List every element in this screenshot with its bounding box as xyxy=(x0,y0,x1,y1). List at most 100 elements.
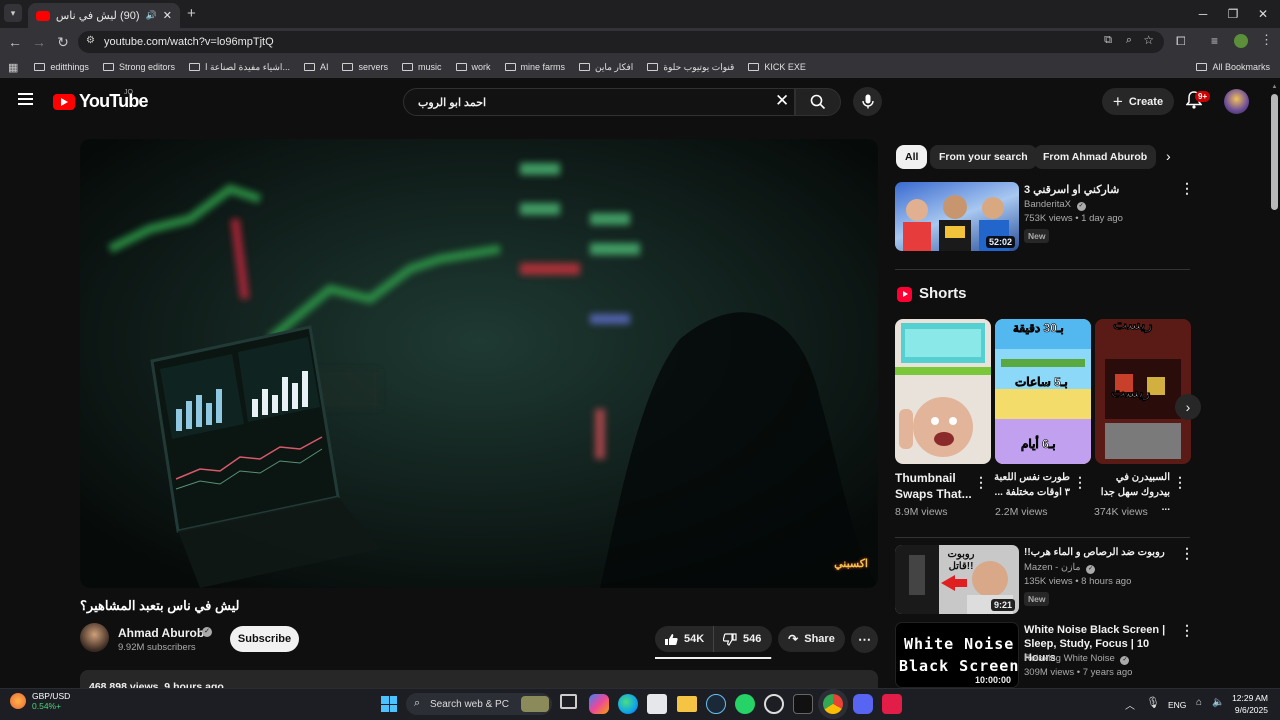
short-menu-icon[interactable]: ⋮ xyxy=(1173,475,1187,489)
chip-all[interactable]: All xyxy=(896,145,928,169)
bookmark-star-icon[interactable]: ☆ xyxy=(1143,33,1154,47)
copilot-icon[interactable] xyxy=(589,694,609,714)
search-button[interactable] xyxy=(795,88,841,116)
rec-channel[interactable]: Mazen - مازن ✓ xyxy=(1024,561,1096,575)
tray-overflow-icon[interactable]: ︿ xyxy=(1125,697,1135,712)
rec-menu-icon[interactable]: ⋮ xyxy=(1180,546,1194,560)
maximize-button[interactable]: ❐ xyxy=(1216,0,1250,28)
new-tab-button[interactable]: + xyxy=(187,5,196,22)
app-icon[interactable] xyxy=(764,694,784,714)
channel-avatar[interactable] xyxy=(80,623,109,652)
rec-title[interactable]: شاركني او اسرقني 3 xyxy=(1024,183,1170,197)
weather-widget[interactable]: GBP/USD 0.54%+ xyxy=(10,691,70,711)
description-box[interactable]: 468,898 views 9 hours ago xyxy=(80,670,878,688)
scrollbar-up-arrow[interactable]: ▲ xyxy=(1271,84,1278,92)
voice-search-button[interactable] xyxy=(853,87,882,116)
short-thumbnail[interactable]: بـ30 دقيقة بـ5 ساعات بـ6 أيام xyxy=(995,319,1091,464)
start-button[interactable] xyxy=(381,696,397,712)
volume-icon[interactable]: 🔈 xyxy=(1212,697,1224,708)
bookmark-item[interactable]: servers xyxy=(342,62,388,72)
dislike-button[interactable]: 546 xyxy=(714,626,761,652)
whatsapp-icon[interactable] xyxy=(735,694,755,714)
forward-button[interactable]: → xyxy=(27,30,51,54)
discord-icon[interactable] xyxy=(853,694,873,714)
short-menu-icon[interactable]: ⋮ xyxy=(974,475,988,489)
language-indicator[interactable]: ENG xyxy=(1168,700,1186,710)
apps-icon[interactable]: ▦ xyxy=(8,61,18,74)
share-button[interactable]: ↷ Share xyxy=(778,626,845,652)
store-icon[interactable] xyxy=(647,694,667,714)
bookmark-item[interactable]: اشياء مفيدة لصناعة ا... xyxy=(188,62,290,73)
create-button[interactable]: + Create xyxy=(1102,88,1174,115)
account-avatar[interactable] xyxy=(1224,89,1249,114)
search-input[interactable]: احمد ابو الروب xyxy=(403,88,795,116)
reload-button[interactable]: ↻ xyxy=(51,30,75,54)
youtube-play-icon xyxy=(53,93,75,110)
bookmark-item[interactable]: AI xyxy=(303,62,328,72)
bookmark-item[interactable]: افكار ماين xyxy=(579,62,633,73)
all-bookmarks[interactable]: All Bookmarks xyxy=(1196,62,1270,72)
media-app-icon[interactable] xyxy=(882,694,902,714)
short-title[interactable]: Thumbnail Swaps That... xyxy=(895,470,975,502)
rec-thumbnail[interactable]: روبوت قاتل!! 9:21 xyxy=(895,545,1019,614)
scrollbar-thumb[interactable] xyxy=(1271,94,1278,210)
youtube-logo[interactable]: YouTube xyxy=(53,91,149,112)
reading-list-icon[interactable]: ≡ xyxy=(1211,34,1218,48)
bookmark-item[interactable]: work xyxy=(455,62,491,72)
channel-name[interactable]: Ahmad Aburob xyxy=(118,626,204,640)
bookmark-item[interactable]: mine farms xyxy=(504,62,565,72)
rec-channel[interactable]: Relaxing White Noise ✓ xyxy=(1024,652,1130,666)
rec-channel[interactable]: BanderitaX ✓ xyxy=(1024,198,1086,212)
browser-menu-icon[interactable]: ⋮ xyxy=(1260,32,1273,48)
like-button[interactable]: 54K xyxy=(655,626,714,652)
install-app-icon[interactable]: ⧉ xyxy=(1104,34,1112,47)
video-player[interactable]: اكسبني xyxy=(80,139,878,588)
task-view-icon[interactable] xyxy=(560,694,577,709)
rec-menu-icon[interactable]: ⋮ xyxy=(1180,623,1194,637)
chip-from-your-search[interactable]: From your search xyxy=(930,145,1037,169)
more-actions-button[interactable]: ⋯ xyxy=(851,626,878,653)
microphone-tray-icon[interactable]: 🎙 xyxy=(1146,696,1160,709)
bookmark-item[interactable]: Strong editors xyxy=(102,62,175,72)
bookmark-item[interactable]: editthings xyxy=(34,62,89,72)
page-scrollbar[interactable]: ▲ xyxy=(1271,84,1278,688)
edge-icon[interactable] xyxy=(618,694,638,714)
tab-close-icon[interactable]: ✕ xyxy=(163,9,172,22)
clear-search-icon[interactable]: ✕ xyxy=(775,91,789,111)
back-button[interactable]: ← xyxy=(3,30,27,54)
tab-search-button[interactable]: ▾ xyxy=(4,4,22,22)
close-window-button[interactable]: ✕ xyxy=(1246,0,1280,28)
minimize-button[interactable]: ─ xyxy=(1186,0,1220,28)
clock[interactable]: 12:29 AM 9/6/2025 xyxy=(1232,692,1268,716)
network-icon[interactable]: ⌂ xyxy=(1196,697,1202,708)
taskbar-search[interactable]: ⌕ Search web & PC xyxy=(406,693,552,715)
zoom-icon[interactable]: ⌕ xyxy=(1126,34,1132,47)
guide-menu-icon[interactable] xyxy=(18,93,33,105)
shorts-next-button[interactable]: › xyxy=(1175,394,1201,420)
address-bar[interactable]: ⚙ youtube.com/watch?v=lo96mpTjtQ ⧉ ⌕ ☆ xyxy=(78,31,1164,53)
short-thumbnail[interactable] xyxy=(895,319,991,464)
chip-from-channel[interactable]: From Ahmad Aburob xyxy=(1034,145,1157,169)
chips-next-icon[interactable]: › xyxy=(1166,148,1171,164)
profile-avatar[interactable] xyxy=(1234,34,1248,48)
bookmark-item[interactable]: music xyxy=(401,62,442,72)
browser-tab[interactable]: (90) ليش في ناس بتعبد المشاهير؟ 🔊 ✕ xyxy=(28,3,180,28)
subscribe-button[interactable]: Subscribe xyxy=(230,626,299,652)
bookmark-item[interactable]: KICK EXE xyxy=(748,62,806,72)
rec-thumbnail[interactable]: 52:02 xyxy=(895,182,1019,251)
site-info-icon[interactable]: ⚙ xyxy=(86,35,95,46)
short-overlay-text: بـ6 أيام xyxy=(1021,437,1056,452)
capcut-icon[interactable] xyxy=(793,694,813,714)
short-title[interactable]: طورت نفس اللعبة ٣ اوقات مختلفة ... xyxy=(994,470,1070,500)
file-explorer-icon[interactable] xyxy=(677,696,697,712)
rec-title[interactable]: روبوت ضد الرصاص و الماء هرب!! xyxy=(1024,546,1170,560)
chrome-icon[interactable] xyxy=(823,694,843,714)
short-menu-icon[interactable]: ⋮ xyxy=(1073,475,1087,489)
rec-thumbnail[interactable]: White Noise Black Screen 10:00:00 xyxy=(895,622,1019,688)
rec-menu-icon[interactable]: ⋮ xyxy=(1180,181,1194,195)
extensions-icon[interactable]: ⧠ xyxy=(1176,34,1186,49)
steam-icon[interactable] xyxy=(706,694,726,714)
short-thumbnail[interactable]: ريست ريست xyxy=(1095,319,1191,464)
tab-audio-icon[interactable]: 🔊 xyxy=(146,10,157,21)
bookmark-item[interactable]: قنوات يوتيوب حلوة xyxy=(647,62,734,73)
